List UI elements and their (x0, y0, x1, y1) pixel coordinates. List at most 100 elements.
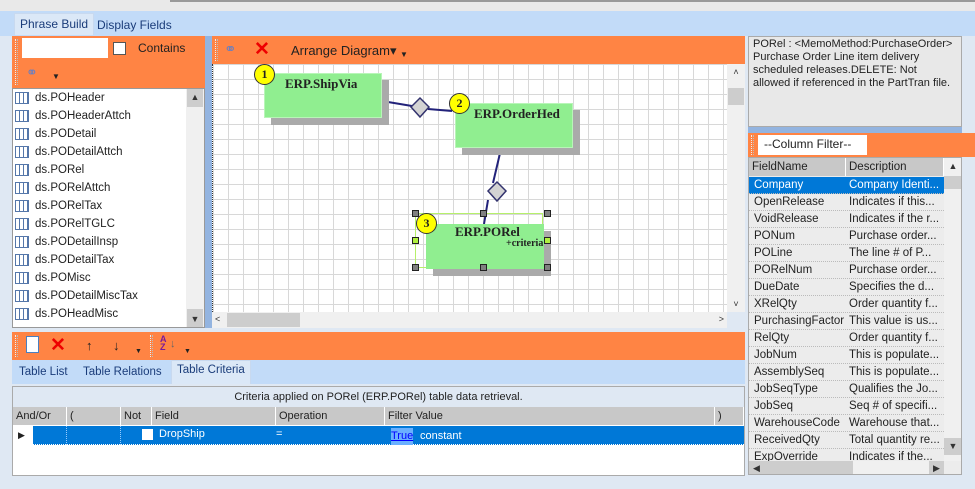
field-name: VoidRelease (754, 213, 819, 225)
field-name: Company (754, 179, 804, 191)
field-name: POLine (754, 247, 793, 259)
table-list-item[interactable]: ds.PODetailTax (13, 251, 204, 269)
field-row[interactable]: VoidRelease Indicates if the r... (749, 211, 944, 228)
field-row[interactable]: PONum Purchase order... (749, 228, 944, 245)
criteria-row[interactable]: ▶ DropShip = True constant (13, 426, 744, 445)
node-badge: 3 (416, 213, 437, 234)
table-list-item[interactable]: ds.POMisc (13, 269, 204, 287)
resize-handle[interactable] (544, 210, 551, 217)
open-paren-cell[interactable] (67, 426, 121, 445)
table-icon (15, 200, 29, 212)
move-down-icon[interactable]: ↓ (113, 338, 120, 353)
field-row[interactable]: PurchasingFactor This value is us... (749, 313, 944, 330)
table-search-input[interactable] (22, 38, 108, 58)
column-filter-input[interactable]: --Column Filter-- (758, 135, 867, 155)
top-border (170, 0, 975, 2)
sort-az-icon[interactable]: AZ (160, 335, 167, 352)
field-row[interactable]: DueDate Specifies the d... (749, 279, 944, 296)
table-list-item[interactable]: ds.PODetailInsp (13, 233, 204, 251)
col-header-field[interactable]: Field (152, 407, 276, 425)
diagram-hscroll[interactable]: < > (212, 312, 727, 328)
field-name: JobNum (754, 349, 797, 361)
resize-handle[interactable] (412, 264, 419, 271)
field-row[interactable]: POLine The line # of P... (749, 245, 944, 262)
fields-vscroll[interactable]: ▲ ▼ (944, 158, 961, 461)
tab-table-list[interactable]: Table List (14, 363, 73, 385)
field-row[interactable]: Company Company Identi... (749, 177, 944, 194)
resize-handle[interactable] (544, 264, 551, 271)
field-row[interactable]: XRelQty Order quantity f... (749, 296, 944, 313)
table-list-item[interactable]: ds.PODetailAttch (13, 143, 204, 161)
col-header-open-paren[interactable]: ( (67, 407, 121, 425)
tab-display-fields[interactable]: Display Fields (92, 15, 177, 37)
resize-handle[interactable] (480, 210, 487, 217)
field-row[interactable]: RelQty Order quantity f... (749, 330, 944, 347)
field-description: This is populate... (849, 366, 940, 378)
field-description: Qualifies the Jo... (849, 383, 938, 395)
delete-icon[interactable]: ✕ (50, 334, 66, 357)
delete-icon[interactable]: ✕ (254, 38, 270, 61)
table-icon (15, 272, 29, 284)
table-list-item[interactable]: ds.POHeadMisc (13, 305, 204, 323)
table-list-item[interactable]: ds.PODetailMiscTax (13, 287, 204, 305)
table-list-item[interactable]: ds.PORelAttch (13, 179, 204, 197)
field-row[interactable]: JobSeq Seq # of specifi... (749, 398, 944, 415)
field-row[interactable]: PORelNum Purchase order... (749, 262, 944, 279)
table-list-item[interactable]: ds.PORelTax (13, 197, 204, 215)
resize-handle[interactable] (412, 237, 419, 244)
col-header-andor[interactable]: And/Or (13, 407, 67, 425)
not-checkbox[interactable] (142, 429, 153, 440)
resize-handle[interactable] (412, 210, 419, 217)
table-name: ds.PORelTGLC (35, 218, 115, 230)
link-icon[interactable]: ⚭ (224, 40, 237, 58)
contains-checkbox[interactable] (113, 42, 126, 55)
table-list-item[interactable]: ds.POHeaderAttch (13, 107, 204, 125)
table-icon (15, 218, 29, 230)
tab-table-criteria[interactable]: Table Criteria (171, 360, 251, 384)
field-name: PORelNum (754, 264, 813, 276)
filter-value-link[interactable]: True (391, 428, 414, 445)
andor-cell[interactable] (34, 426, 67, 445)
node-porel[interactable]: ERP.PORel +criteria (426, 224, 544, 269)
operation-cell[interactable]: = (276, 426, 282, 443)
table-list-scrollbar[interactable]: ▲ ▼ (186, 89, 204, 327)
table-list-item[interactable]: ds.PODetail (13, 125, 204, 143)
col-header-close-paren[interactable]: ) (715, 407, 744, 425)
resize-handle[interactable] (544, 237, 551, 244)
col-header-fieldname[interactable]: FieldName (749, 158, 846, 176)
dropdown-arrow-icon[interactable]: ▼ (135, 348, 142, 355)
table-list-item[interactable]: ds.PORelTGLC (13, 215, 204, 233)
col-header-operation[interactable]: Operation (276, 407, 385, 425)
col-header-filter-value[interactable]: Filter Value (385, 407, 715, 425)
field-row[interactable]: JobSeqType Qualifies the Jo... (749, 381, 944, 398)
field-row[interactable]: AssemblySeq This is populate... (749, 364, 944, 381)
node-shipvia[interactable]: ERP.ShipVia (264, 73, 382, 118)
field-row[interactable]: WarehouseCode Warehouse that... (749, 415, 944, 432)
field-name: OpenRelease (754, 196, 825, 208)
dropdown-arrow-icon[interactable]: ▼ (184, 348, 191, 355)
field-row[interactable]: OpenRelease Indicates if this... (749, 194, 944, 211)
fields-hscroll[interactable]: ◀ ▶ (749, 461, 944, 474)
field-cell[interactable]: DropShip (159, 426, 205, 443)
dropdown-arrow-icon[interactable]: ▼ (400, 50, 408, 59)
left-toolbar: Contains ⚭ ▼ (12, 36, 205, 88)
table-list-item[interactable]: ds.PORel (13, 161, 204, 179)
node-orderhed[interactable]: ERP.OrderHed (455, 103, 573, 148)
table-list-item[interactable]: ds.POHeader (13, 89, 204, 107)
link-icon[interactable]: ⚭ (26, 64, 38, 81)
new-icon[interactable] (26, 336, 39, 353)
arrange-diagram-menu[interactable]: Arrange Diagram▾ (291, 43, 397, 59)
tab-table-relations[interactable]: Table Relations (78, 363, 167, 385)
table-name: ds.PODetailMiscTax (35, 290, 138, 302)
field-row[interactable]: ReceivedQty Total quantity re... (749, 432, 944, 449)
tab-phrase-build[interactable]: Phrase Build (14, 13, 95, 35)
col-header-not[interactable]: Not (121, 407, 152, 425)
field-row[interactable]: JobNum This is populate... (749, 347, 944, 364)
move-up-icon[interactable]: ↑ (86, 338, 93, 353)
dropdown-arrow-icon[interactable]: ▼ (52, 72, 60, 81)
splitter[interactable] (205, 36, 212, 328)
diagram-vscroll[interactable]: ˄ ˅ (727, 64, 745, 312)
sort-arrow-icon: ↓ (170, 338, 176, 350)
col-header-description[interactable]: Description (846, 158, 944, 176)
resize-handle[interactable] (480, 264, 487, 271)
